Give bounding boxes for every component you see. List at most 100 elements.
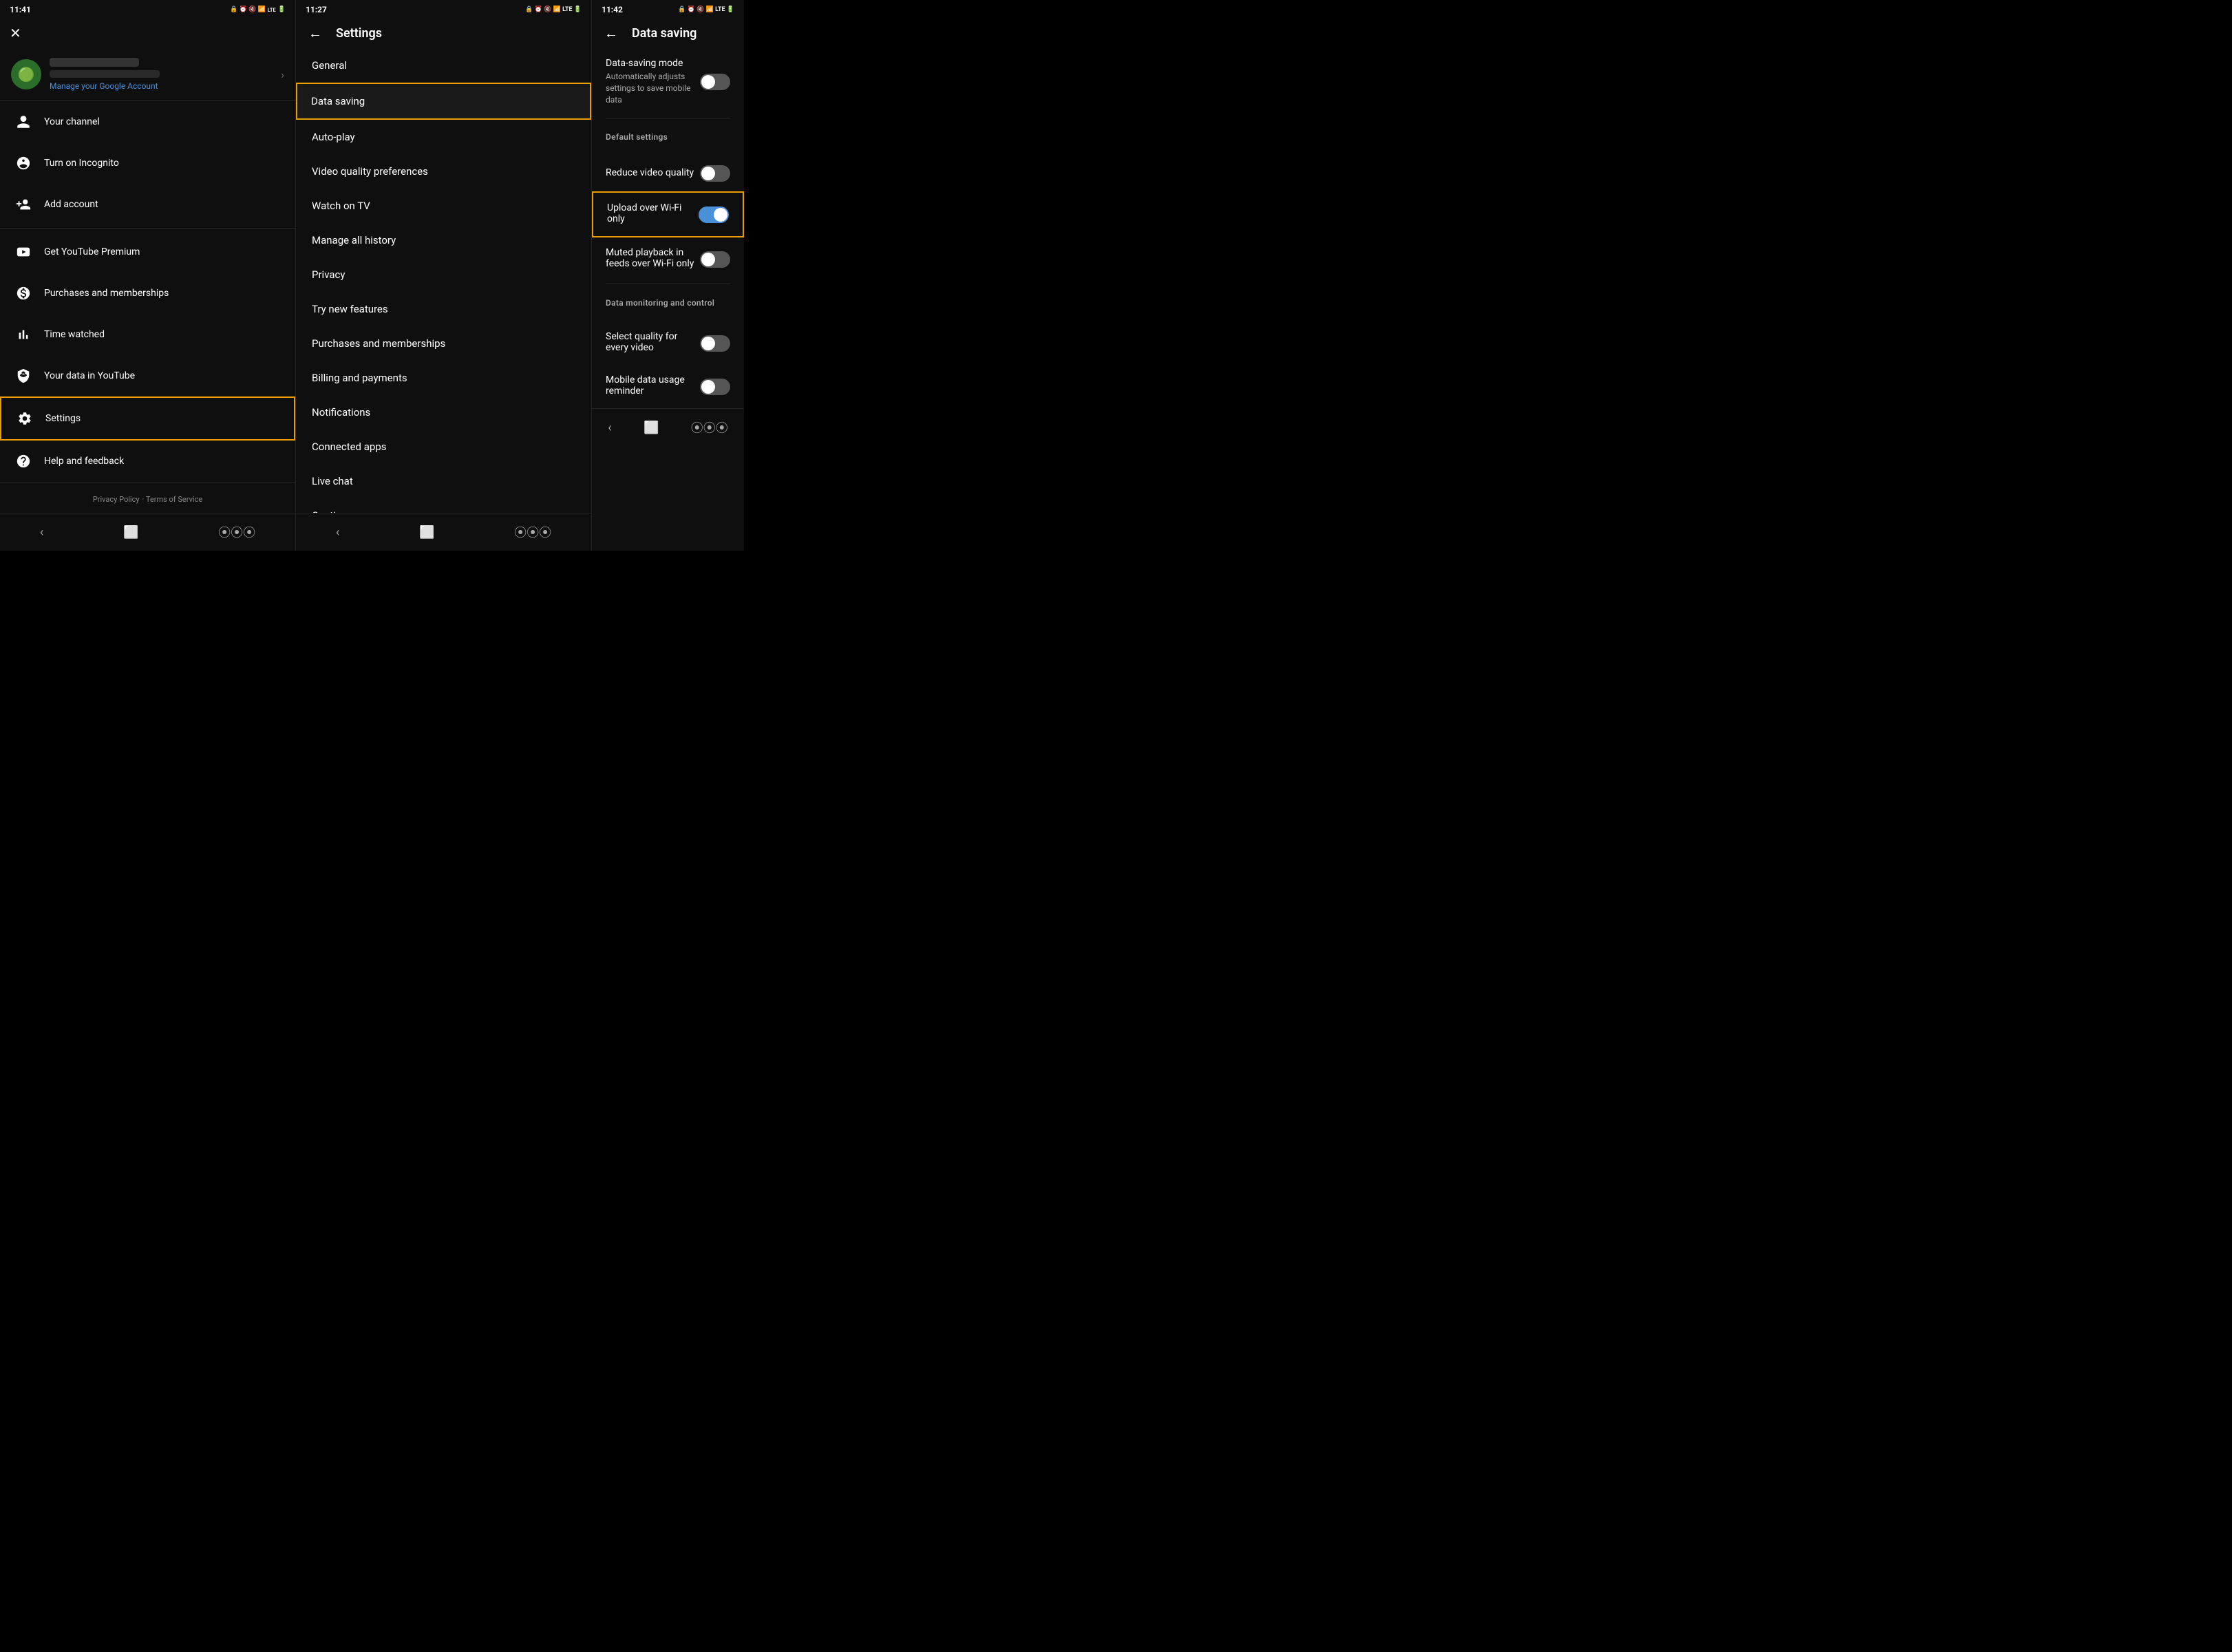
time-left: 11:41 [10, 5, 31, 14]
menu-nav-middle[interactable]: ⦿⦿⦿ [500, 520, 565, 544]
youtube-icon [11, 240, 36, 264]
settings-data-saving[interactable]: Data saving [296, 83, 591, 120]
time-watched-label: Time watched [44, 329, 105, 340]
settings-watch-tv[interactable]: Watch on TV [296, 189, 591, 223]
menu-item-how-works[interactable]: How YouTube works [0, 482, 295, 483]
settings-connected-apps[interactable]: Connected apps [296, 430, 591, 464]
person-icon [11, 109, 36, 134]
middle-panel: 11:27 🔒 ⏰ 🔇 📶 LTE 🔋 ← Settings General D… [296, 0, 592, 551]
add-person-icon [11, 192, 36, 217]
dollar-icon [11, 281, 36, 306]
settings-manage-history[interactable]: Manage all history [296, 223, 591, 257]
muted-playback-toggle[interactable] [700, 251, 730, 268]
settings-video-quality[interactable]: Video quality preferences [296, 154, 591, 189]
select-quality-label: Select quality for every video [606, 331, 700, 353]
upload-wifi-label: Upload over Wi-Fi only [607, 202, 699, 224]
settings-general[interactable]: General [296, 48, 591, 83]
manage-account-link[interactable]: Manage your Google Account [50, 81, 281, 91]
menu-item-premium[interactable]: Get YouTube Premium [0, 231, 295, 273]
settings-notifications[interactable]: Notifications [296, 395, 591, 430]
select-quality-toggle[interactable] [700, 335, 730, 352]
your-channel-label: Your channel [44, 116, 100, 127]
premium-label: Get YouTube Premium [44, 246, 140, 257]
menu-nav-left[interactable]: ⦿⦿⦿ [204, 520, 269, 544]
home-nav-middle[interactable]: ⬜ [405, 522, 448, 542]
divider-1 [0, 228, 295, 229]
data-saving-title: Data saving [632, 26, 697, 41]
avatar: 🟢 [11, 59, 41, 89]
settings-label: Settings [45, 413, 81, 424]
home-nav-left[interactable]: ⬜ [109, 522, 152, 542]
muted-playback-row: Muted playback in feeds over Wi-Fi only [592, 237, 744, 281]
select-quality-row: Select quality for every video [592, 321, 744, 365]
footer-links: Privacy Policy · Terms of Service [0, 483, 295, 513]
menu-item-time-watched[interactable]: Time watched [0, 314, 295, 355]
settings-billing[interactable]: Billing and payments [296, 361, 591, 395]
back-nav-right[interactable]: ‹ [594, 418, 625, 438]
menu-item-help[interactable]: Help and feedback [0, 441, 295, 482]
reduce-quality-row: Reduce video quality [592, 156, 744, 191]
left-panel: 11:41 🔒 ⏰ 🔇 📶 LTE 🔋 ✕ 🟢 Manage your Goog… [0, 0, 296, 551]
data-saving-mode-toggle[interactable] [700, 74, 730, 90]
settings-try-features[interactable]: Try new features [296, 292, 591, 326]
shield-person-icon [11, 363, 36, 388]
status-bar-middle: 11:27 🔒 ⏰ 🔇 📶 LTE 🔋 [296, 0, 591, 18]
back-button-middle[interactable]: ← [306, 25, 325, 42]
profile-email-blurred [50, 70, 160, 78]
help-icon [11, 449, 36, 474]
menu-item-your-channel[interactable]: Your channel [0, 101, 295, 142]
back-button-right[interactable]: ← [602, 25, 621, 42]
back-nav-middle[interactable]: ‹ [322, 522, 353, 542]
default-settings-section: Default settings [592, 121, 744, 156]
monitoring-title: Data monitoring and control [606, 298, 730, 308]
close-button[interactable]: ✕ [10, 25, 21, 41]
default-settings-title: Default settings [606, 132, 730, 142]
menu-item-purchases[interactable]: Purchases and memberships [0, 273, 295, 314]
settings-purchases[interactable]: Purchases and memberships [296, 326, 591, 361]
reduce-quality-toggle[interactable] [700, 165, 730, 182]
right-panel: 11:42 🔒 ⏰ 🔇 📶 LTE 🔋 ← Data saving Data-s… [592, 0, 744, 551]
data-saving-mode-sub: Automatically adjusts settings to save m… [606, 71, 700, 105]
profile-info: Manage your Google Account [50, 58, 281, 91]
left-header: ✕ [0, 18, 295, 48]
incognito-icon [11, 151, 36, 176]
purchases-label: Purchases and memberships [44, 288, 169, 299]
status-bar-right: 11:42 🔒 ⏰ 🔇 📶 LTE 🔋 [592, 0, 744, 18]
nav-bar-middle: ‹ ⬜ ⦿⦿⦿ [296, 513, 591, 551]
settings-header: ← Settings [296, 18, 591, 48]
data-reminder-row: Mobile data usage reminder [592, 365, 744, 408]
menu-list: Your channel Turn on Incognito Add accou… [0, 101, 295, 483]
status-icons-left: 🔒 ⏰ 🔇 📶 LTE 🔋 [230, 6, 286, 13]
time-middle: 11:27 [306, 5, 327, 14]
add-account-label: Add account [44, 199, 98, 210]
menu-item-settings[interactable]: Settings [0, 396, 295, 441]
back-nav-left[interactable]: ‹ [26, 522, 57, 542]
data-reminder-toggle[interactable] [700, 379, 730, 395]
settings-title: Settings [336, 26, 382, 41]
data-saving-header: ← Data saving [592, 18, 744, 48]
settings-privacy[interactable]: Privacy [296, 257, 591, 292]
incognito-label: Turn on Incognito [44, 158, 119, 169]
home-nav-right[interactable]: ⬜ [630, 418, 672, 438]
nav-bar-right: ‹ ⬜ ⦿⦿⦿ [592, 408, 744, 446]
settings-auto-play[interactable]: Auto-play [296, 120, 591, 154]
menu-item-your-data[interactable]: Your data in YouTube [0, 355, 295, 396]
monitoring-section: Data monitoring and control [592, 287, 744, 321]
menu-item-add-account[interactable]: Add account [0, 184, 295, 225]
settings-live-chat[interactable]: Live chat [296, 464, 591, 498]
upload-wifi-toggle[interactable] [699, 206, 729, 223]
profile-name-blurred [50, 58, 139, 67]
data-saving-mode-row: Data-saving mode Automatically adjusts s… [592, 48, 744, 115]
privacy-policy[interactable]: Privacy Policy [93, 495, 140, 504]
profile-chevron: › [281, 68, 284, 81]
bar-chart-icon [11, 322, 36, 347]
time-right: 11:42 [602, 5, 623, 14]
settings-captions[interactable]: Captions [296, 498, 591, 513]
data-saving-mode-title: Data-saving mode [606, 58, 700, 69]
profile-section[interactable]: 🟢 Manage your Google Account › [0, 48, 295, 101]
settings-list: General Data saving Auto-play Video qual… [296, 48, 591, 513]
nav-bar-left: ‹ ⬜ ⦿⦿⦿ [0, 513, 295, 551]
menu-item-incognito[interactable]: Turn on Incognito [0, 142, 295, 184]
menu-nav-right[interactable]: ⦿⦿⦿ [677, 416, 742, 439]
terms-of-service[interactable]: Terms of Service [146, 495, 202, 504]
